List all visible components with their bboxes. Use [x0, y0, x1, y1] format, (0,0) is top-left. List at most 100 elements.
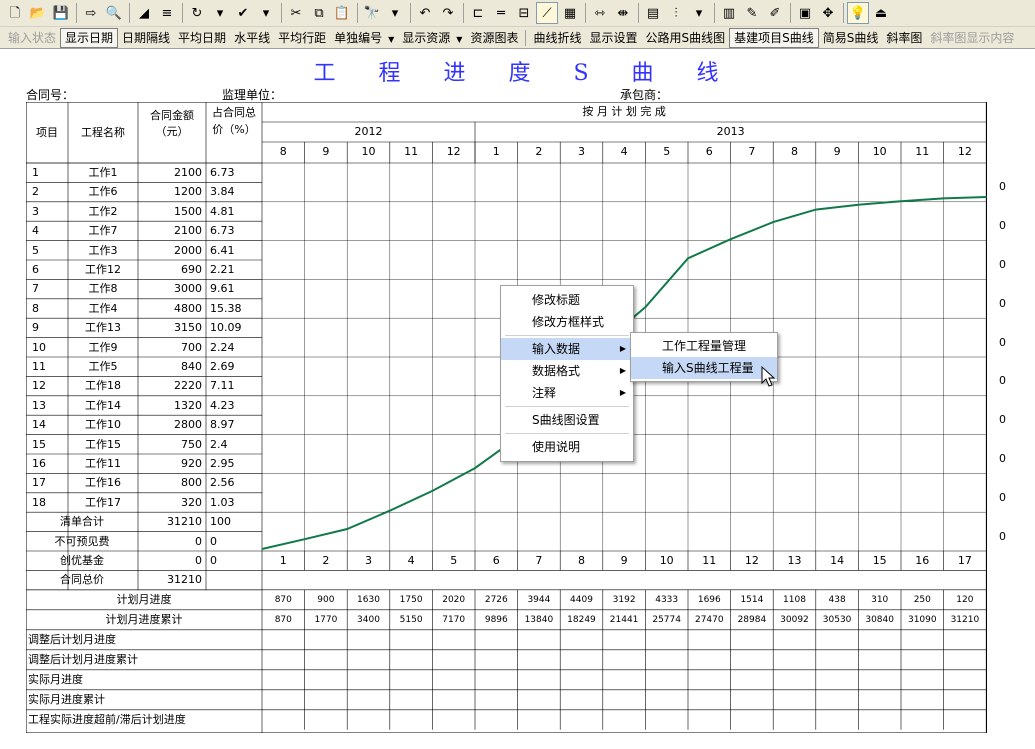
- show-resources-button[interactable]: 显示资源 ▼: [398, 29, 466, 47]
- s-curve-icon[interactable]: ⟋: [536, 2, 558, 24]
- table-row-amount: 1200: [174, 185, 202, 199]
- menu-s-curve-settings[interactable]: S曲线图设置: [501, 409, 633, 431]
- bottom-row-value: 4409: [570, 594, 593, 605]
- bottom-row-value: 25774: [652, 614, 681, 625]
- draw-line-icon[interactable]: ◢: [133, 2, 155, 24]
- bar-icon[interactable]: ═: [490, 2, 512, 24]
- slope-chart-button[interactable]: 斜率图: [882, 29, 926, 47]
- header-month: 12: [446, 145, 461, 158]
- print-preview-icon[interactable]: 🔍: [103, 2, 125, 24]
- toolbar-separator: [714, 3, 715, 23]
- dropdown-arrow-icon[interactable]: ▾: [209, 2, 231, 24]
- show-date-button[interactable]: 显示日期: [60, 27, 119, 48]
- period-number: 12: [744, 554, 759, 567]
- average-row-spacing-button[interactable]: 平均行距: [274, 29, 330, 47]
- resource-icon[interactable]: ▦: [559, 2, 581, 24]
- submenu-work-quantity-management[interactable]: 工作工程量管理: [631, 335, 777, 357]
- curve-polyline-button[interactable]: 曲线折线: [529, 29, 585, 47]
- right-axis-value: 0: [999, 296, 1006, 310]
- table-row-name: 工作9: [88, 340, 118, 354]
- table-row-amount: 3000: [174, 282, 202, 296]
- menu-separator: [505, 406, 629, 407]
- table-row-ratio: 6.73: [210, 224, 235, 238]
- indent-icon[interactable]: ⫶: [665, 2, 687, 24]
- display-settings-button[interactable]: 显示设置: [585, 29, 641, 47]
- refresh-icon[interactable]: ↻: [186, 2, 208, 24]
- new-file-icon[interactable]: 🗋: [4, 2, 26, 24]
- menu-annotation[interactable]: 注释 ▶: [501, 382, 633, 404]
- menu-input-data-label: 输入数据: [532, 342, 581, 356]
- open-folder-icon[interactable]: 📂: [27, 2, 49, 24]
- chart-tool-icon[interactable]: ✎: [741, 2, 763, 24]
- summary-ratio: 0: [210, 554, 217, 567]
- toolbar-separator: [182, 3, 183, 23]
- check-tool-icon[interactable]: ✔: [232, 2, 254, 24]
- redo-icon[interactable]: ↷: [437, 2, 459, 24]
- paste-icon[interactable]: 📋: [331, 2, 353, 24]
- bottom-row-value: 1630: [357, 594, 380, 605]
- s-curve-point: [389, 509, 391, 512]
- summary-amount: 31210: [167, 515, 202, 529]
- horizontal-line-button[interactable]: 水平线: [230, 29, 274, 47]
- save-icon[interactable]: 💾: [50, 2, 72, 24]
- main-toolbar: 🗋 📂 💾 ⇨ 🔍 ◢ ≡ ↻ ▾ ✔ ▾ ✂ ⧉ 📋 🔭 ▾ ↶ ↷ ⊏ ═ ⊟ ⟋ ▦ ⇿ ⇼ ▤ ⫶ ▾ ▥ ✎ ✐ ▣ ✥ 💡 ⏏: [0, 0, 1035, 27]
- simple-s-curve-button[interactable]: 简易S曲线: [819, 29, 883, 47]
- move-icon[interactable]: ✥: [817, 2, 839, 24]
- display-settings-button-label: 显示设置: [589, 30, 638, 45]
- export-icon[interactable]: ⇨: [80, 2, 102, 24]
- menu-separator: [505, 335, 629, 336]
- toolbar-separator: [357, 3, 358, 23]
- exit-icon[interactable]: ⏏: [870, 2, 892, 24]
- s-curve-point: [942, 197, 945, 200]
- dropdown-arrow-icon[interactable]: ▾: [255, 2, 277, 24]
- date-interval-button[interactable]: 日期隔线: [118, 29, 174, 47]
- bottom-row-value: 870: [274, 594, 292, 605]
- calendar-icon[interactable]: ▤: [642, 2, 664, 24]
- table-row-ratio: 4.23: [210, 398, 235, 412]
- header-month: 2: [535, 145, 543, 158]
- curve-polyline-button-label: 曲线折线: [533, 30, 582, 45]
- tip-bulb-icon[interactable]: 💡: [847, 2, 869, 24]
- s-curve-point: [474, 467, 476, 469]
- bottom-row-value: 1108: [783, 594, 806, 605]
- bottom-row-value: 870: [274, 614, 292, 625]
- dropdown-arrow-icon[interactable]: ▾: [688, 2, 710, 24]
- menu-data-format[interactable]: 数据格式 ▶: [501, 360, 633, 382]
- monitor-icon[interactable]: ▣: [794, 2, 816, 24]
- edit-chart-icon[interactable]: ✐: [764, 2, 786, 24]
- table-row-no: 14: [32, 418, 46, 432]
- dropdown-arrow-icon[interactable]: ▾: [384, 2, 406, 24]
- resource-chart-button[interactable]: 资源图表: [466, 29, 522, 47]
- construction-s-curve-button[interactable]: 基建项目S曲线: [729, 27, 819, 48]
- separate-numbering-button[interactable]: 单独编号 ▼: [330, 29, 398, 47]
- undo-icon[interactable]: ↶: [414, 2, 436, 24]
- text-style-icon[interactable]: ≡: [156, 2, 178, 24]
- summary-ratio: [210, 570, 262, 589]
- books-icon[interactable]: ▥: [718, 2, 740, 24]
- menu-input-data[interactable]: 输入数据 ▶: [501, 338, 633, 360]
- menu-edit-frame-style[interactable]: 修改方框样式: [501, 311, 633, 333]
- bottom-row-value: 30092: [780, 614, 809, 625]
- find-icon[interactable]: 🔭: [361, 2, 383, 24]
- submenu-input-s-curve-quantity[interactable]: 输入S曲线工程量: [631, 357, 777, 379]
- table-row-name: 工作7: [88, 224, 118, 238]
- input-status-button[interactable]: 输入状态: [4, 29, 60, 47]
- cut-icon[interactable]: ✂: [285, 2, 307, 24]
- slope-display-content-button[interactable]: 斜率图显示内容: [926, 29, 1018, 47]
- menu-edit-title[interactable]: 修改标题: [501, 289, 633, 311]
- s-curve-point: [772, 221, 774, 223]
- bottom-row-value: 5150: [399, 614, 423, 625]
- gantt-icon[interactable]: ⊏: [467, 2, 489, 24]
- bottom-row-label: 工程实际进度超前/滞后计划进度: [28, 712, 186, 726]
- link-icon[interactable]: ⇿: [589, 2, 611, 24]
- highway-s-curve-button[interactable]: 公路用S曲线图: [641, 29, 729, 47]
- view-toolbar: 输入状态 显示日期 日期隔线 平均日期 水平线 平均行距 单独编号 ▼ 显示资源 ▼ 资源图表 曲线折…: [0, 27, 1035, 49]
- schedule-icon[interactable]: ⊟: [513, 2, 535, 24]
- summary-ratio: 0: [210, 534, 217, 548]
- table-row-no: 3: [32, 204, 39, 218]
- average-date-button[interactable]: 平均日期: [174, 29, 230, 47]
- link-alt-icon[interactable]: ⇼: [612, 2, 634, 24]
- page-title: 工 程 进 度 S 曲 线: [313, 61, 737, 86]
- copy-icon[interactable]: ⧉: [308, 2, 330, 24]
- menu-instructions[interactable]: 使用说明: [501, 436, 633, 458]
